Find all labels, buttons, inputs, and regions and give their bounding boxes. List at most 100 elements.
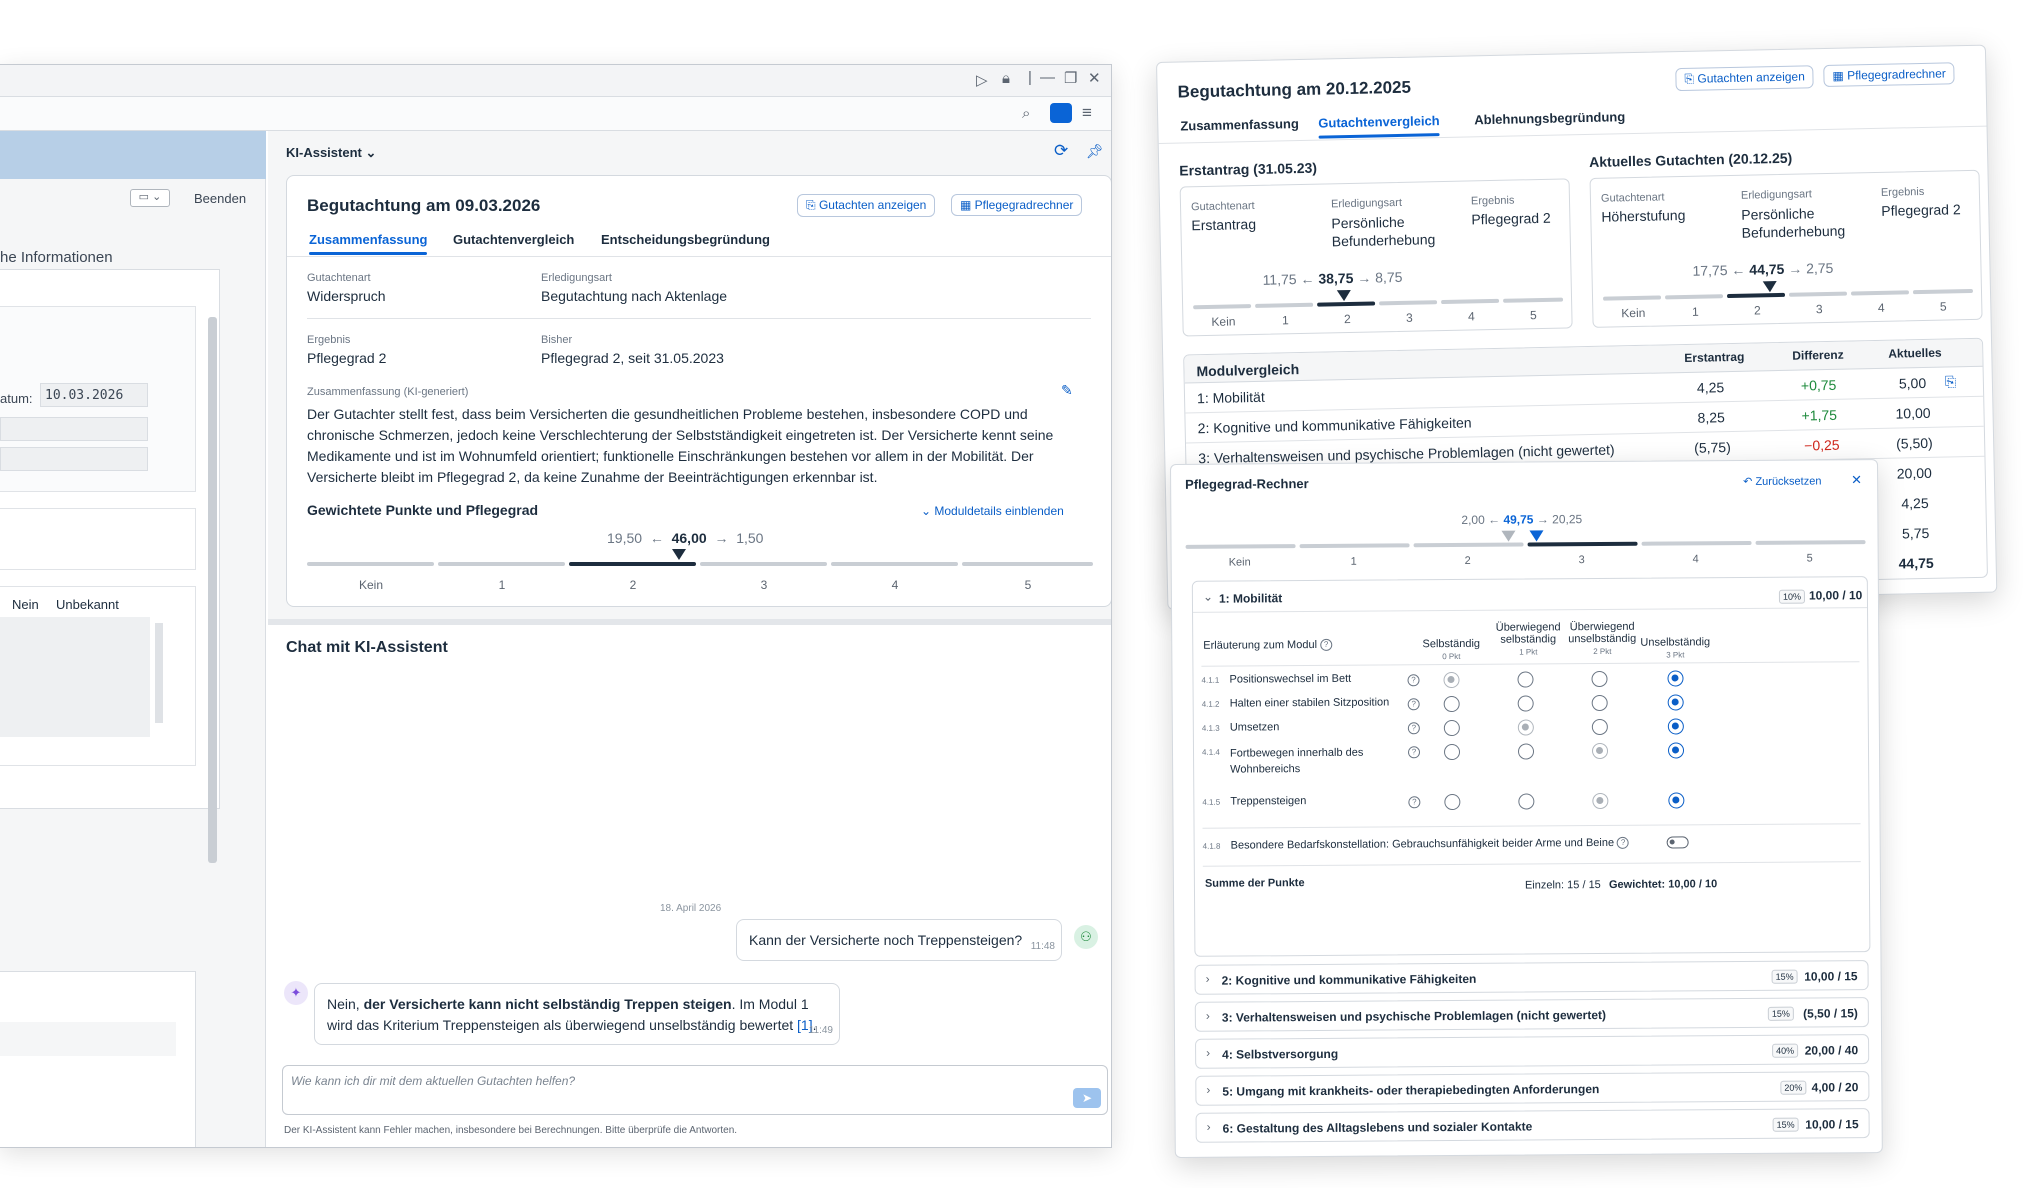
view-report-button[interactable]: ⎘ Gutachten anzeigen bbox=[1675, 65, 1815, 92]
criterion-code: 4.1.3 bbox=[1201, 723, 1220, 733]
radio-selbstaendig[interactable] bbox=[1444, 793, 1461, 811]
radio-ueberwiegend-unselbstaendig[interactable] bbox=[1591, 670, 1608, 688]
restore-icon[interactable]: ❐ bbox=[1064, 69, 1077, 87]
divider bbox=[1202, 823, 1861, 829]
module-row[interactable]: › 5: Umgang mit krankheits- oder therapie… bbox=[1195, 1071, 1870, 1106]
module-row[interactable]: › 4: Selbstversorgung 40% 20,00 / 40 bbox=[1195, 1034, 1870, 1069]
tab-summary[interactable]: Zusammenfassung bbox=[1180, 116, 1299, 133]
user-message: Kann der Versicherte noch Treppensteigen… bbox=[736, 919, 1062, 961]
refresh-icon[interactable]: ⟳ bbox=[1054, 141, 1068, 161]
module-label: 4: Selbstversorgung bbox=[1222, 1046, 1339, 1062]
edit-icon[interactable]: ✎ bbox=[1061, 382, 1073, 399]
radio-ueberwiegend-selbstaendig[interactable] bbox=[1517, 719, 1534, 736]
radio-unselbstaendig[interactable] bbox=[1668, 792, 1685, 809]
criterion-label: Halten einer stabilen Sitzposition bbox=[1229, 696, 1390, 710]
window-titlebar: ▷ 🔒︎ | — ❐ ✕ bbox=[0, 65, 1111, 97]
close-icon[interactable]: ✕ bbox=[1851, 472, 1862, 488]
help-icon[interactable]: ? bbox=[1407, 722, 1420, 735]
dropdown-icon[interactable]: ▭ ⌄ bbox=[130, 189, 170, 207]
bisher-value: Pflegegrad 2, seit 31.05.2023 bbox=[541, 350, 724, 366]
scrollbar[interactable] bbox=[208, 317, 217, 863]
close-icon[interactable]: ✕ bbox=[1088, 69, 1101, 87]
beenden-button[interactable]: Beenden bbox=[194, 191, 246, 206]
report-icon[interactable]: ⎘ bbox=[1945, 373, 1957, 390]
help-icon[interactable]: ? bbox=[1617, 836, 1630, 849]
scale-segment bbox=[700, 562, 827, 566]
view-report-button[interactable]: ⎘ Gutachten anzeigen bbox=[797, 194, 936, 217]
radio-selbstaendig[interactable] bbox=[1443, 671, 1460, 689]
help-icon[interactable]: ? bbox=[1407, 746, 1421, 759]
card-title: Begutachtung am 09.03.2026 bbox=[307, 196, 541, 215]
module-row[interactable]: › 6: Gestaltung des Alltagslebens und soz… bbox=[1195, 1108, 1870, 1143]
scale-label: 3 bbox=[760, 578, 768, 592]
criterion-row: 4.1.4 Fortbewegen innerhalb des Wohnbere… bbox=[1194, 739, 1868, 784]
radio-unselbstaendig[interactable] bbox=[1667, 694, 1684, 711]
col-nein: Nein bbox=[12, 597, 39, 612]
radio-selbstaendig[interactable] bbox=[1443, 719, 1460, 737]
split-view-icon[interactable] bbox=[1050, 103, 1072, 123]
ai-assistant-title[interactable]: KI-Assistent ⌄ bbox=[286, 145, 376, 161]
address-bar[interactable]: ⌕ ≡ bbox=[0, 97, 1111, 131]
module-row[interactable]: › 2: Kognitive und kommunikative Fähigkei… bbox=[1194, 960, 1869, 995]
search-icon[interactable]: ⌕ bbox=[1022, 105, 1030, 122]
module-label[interactable]: 1: Mobilität bbox=[1219, 591, 1282, 605]
tab-comparison[interactable]: Gutachtenvergleich bbox=[1318, 113, 1440, 131]
send-icon[interactable]: ➤ bbox=[1073, 1088, 1101, 1108]
radio-ueberwiegend-unselbstaendig[interactable] bbox=[1591, 694, 1608, 712]
col-header: Selbständig 0 Pkt bbox=[1422, 637, 1481, 662]
current-assessment-heading: Aktuelles Gutachten (20.12.25) bbox=[1589, 149, 1793, 170]
help-icon[interactable]: ? bbox=[1408, 796, 1421, 809]
tab-decision[interactable]: Entscheidungsbegründung bbox=[601, 232, 770, 247]
tab-comparison[interactable]: Gutachtenvergleich bbox=[453, 232, 574, 247]
module-details-toggle[interactable]: ⌄ Moduldetails einblenden bbox=[921, 504, 1064, 518]
grade-calculator-button[interactable]: ▦ Pflegegradrechner bbox=[1823, 62, 1956, 88]
pin-icon[interactable]: 📌︎ bbox=[1086, 143, 1104, 160]
divider bbox=[1193, 607, 1868, 613]
user-avatar-icon: ⚇ bbox=[1074, 925, 1098, 949]
scale-segment bbox=[1255, 302, 1314, 308]
points-lower: 11,75 bbox=[1262, 271, 1297, 288]
radio-ueberwiegend-selbstaendig[interactable] bbox=[1517, 695, 1534, 712]
divider bbox=[307, 318, 1091, 319]
chat-input[interactable]: Wie kann ich dir mit dem aktuellen Gutac… bbox=[282, 1065, 1108, 1115]
table-heading: Modulvergleich bbox=[1196, 361, 1300, 380]
points-upper: 8,75 bbox=[1375, 268, 1403, 286]
scale-label: 5 bbox=[1806, 552, 1813, 565]
scale-segment bbox=[1185, 544, 1296, 549]
module-row[interactable]: › 3: Verhaltensweisen und psychische Prob… bbox=[1194, 997, 1869, 1032]
scale-label: 2 bbox=[1343, 311, 1351, 327]
play-icon[interactable]: ▷ bbox=[976, 71, 988, 89]
scale-segment bbox=[1755, 540, 1866, 545]
help-icon[interactable]: ? bbox=[1407, 698, 1420, 711]
toggle-switch[interactable] bbox=[1666, 836, 1689, 849]
grade-calculator-button[interactable]: ▦ Pflegegradrechner bbox=[951, 194, 1083, 216]
scrollbar[interactable] bbox=[155, 623, 163, 723]
datum-field[interactable]: 10.03.2026 bbox=[40, 383, 148, 407]
radio-ueberwiegend-selbstaendig[interactable] bbox=[1517, 671, 1534, 688]
radio-ueberwiegend-unselbstaendig[interactable] bbox=[1591, 742, 1609, 760]
radio-unselbstaendig[interactable] bbox=[1667, 670, 1684, 687]
reset-button[interactable]: ↶ Zurücksetzen bbox=[1743, 474, 1821, 488]
text-field[interactable] bbox=[0, 447, 148, 471]
radio-ueberwiegend-selbstaendig[interactable] bbox=[1517, 743, 1535, 760]
radio-selbstaendig[interactable] bbox=[1443, 743, 1461, 761]
menu-icon[interactable]: ≡ bbox=[1082, 103, 1092, 123]
minimize-icon[interactable]: — bbox=[1040, 69, 1055, 86]
radio-ueberwiegend-selbstaendig[interactable] bbox=[1518, 793, 1535, 810]
radio-unselbstaendig[interactable] bbox=[1667, 742, 1685, 759]
erledigung-label: Erledigungsart bbox=[541, 272, 612, 284]
col-unbekannt: Unbekannt bbox=[56, 597, 119, 612]
tab-rejection[interactable]: Ablehnungsbegründung bbox=[1474, 109, 1625, 127]
module-label: 2: Kognitive und kommunikative Fähigkeit… bbox=[1221, 971, 1477, 988]
radio-unselbstaendig[interactable] bbox=[1667, 718, 1684, 735]
lock-icon[interactable]: 🔒︎ bbox=[1002, 70, 1010, 87]
help-icon[interactable]: ? bbox=[1320, 638, 1333, 652]
help-icon[interactable]: ? bbox=[1407, 674, 1420, 687]
tab-summary[interactable]: Zusammenfassung bbox=[309, 232, 428, 255]
radio-ueberwiegend-unselbstaendig[interactable] bbox=[1591, 718, 1608, 736]
chevron-down-icon[interactable]: ⌄ bbox=[1203, 590, 1213, 604]
text-field[interactable] bbox=[0, 417, 148, 441]
radio-selbstaendig[interactable] bbox=[1443, 695, 1460, 713]
radio-ueberwiegend-unselbstaendig[interactable] bbox=[1592, 792, 1609, 810]
scale-segment bbox=[831, 562, 958, 566]
